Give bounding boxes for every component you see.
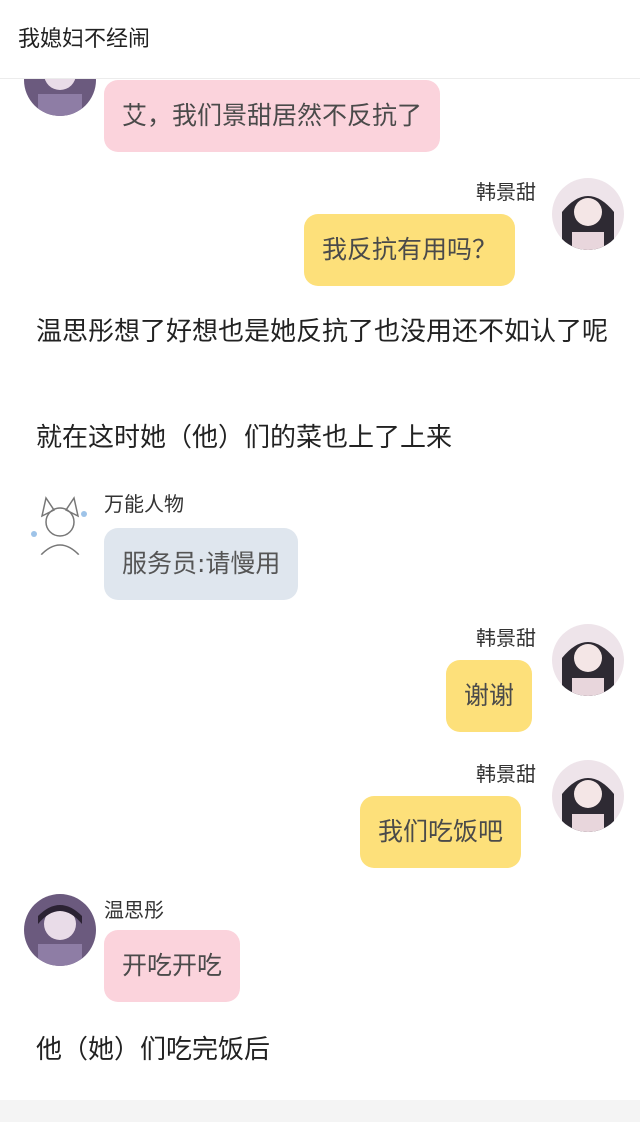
avatar-wensitong[interactable] (24, 894, 96, 966)
narration-text: 温思彤想了好想也是她反抗了也没用还不如认了呢 (36, 317, 609, 347)
page-title: 我媳妇不经闹 (18, 27, 151, 52)
message-bubble: 艾，我们景甜居然不反抗了 (104, 80, 441, 152)
message-bubble: 我反抗有用吗？ (304, 214, 516, 286)
speaker-name: 温思彤 (104, 898, 164, 922)
narration-text: 他（她）们吃完饭后 (36, 1035, 271, 1065)
message-bubble: 开吃开吃 (104, 930, 241, 1002)
speaker-name: 韩景甜 (476, 762, 536, 786)
avatar-wanneng-renwu[interactable] (24, 488, 96, 560)
speaker-name: 韩景甜 (476, 626, 536, 650)
message-bubble: 服务员:请慢用 (104, 528, 299, 600)
avatar-hanjingtian[interactable] (552, 624, 624, 696)
bottom-bar (0, 1100, 640, 1122)
message-bubble: 我们吃饭吧 (360, 796, 522, 868)
app-header: 我媳妇不经闹 (0, 0, 640, 79)
speaker-name: 万能人物 (104, 492, 184, 516)
message-bubble: 谢谢 (446, 660, 533, 732)
avatar-hanjingtian[interactable] (552, 760, 624, 832)
chat-story-screen: 艾，我们景甜居然不反抗了 我媳妇不经闹 韩景甜 我反抗有用吗？ 温思彤想了好想也… (0, 0, 640, 1122)
speaker-name: 韩景甜 (476, 180, 536, 204)
narration-text: 就在这时她（他）们的菜也上了上来 (36, 423, 453, 453)
avatar-hanjingtian[interactable] (552, 178, 624, 250)
